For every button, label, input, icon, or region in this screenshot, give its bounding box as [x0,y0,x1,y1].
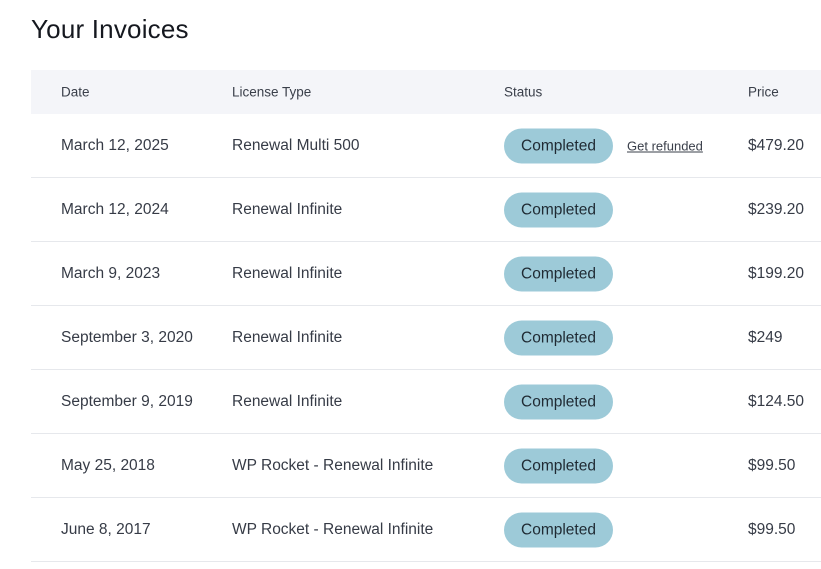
header-price: Price [748,84,779,100]
invoice-price: $479.20 [748,136,805,154]
license-type: Renewal Infinite [232,200,343,218]
table-header: Date License Type Status Price [31,70,821,114]
status-badge: Completed [504,192,613,227]
invoices-table: Date License Type Status Price March 12,… [31,70,821,562]
invoice-price: $239.20 [748,200,805,218]
invoice-price: $249 [748,328,783,346]
invoice-date: March 12, 2025 [61,136,169,154]
table-row: September 3, 2020 Renewal Infinite Compl… [31,306,821,370]
invoice-date: June 8, 2017 [61,520,151,538]
header-status: Status [504,84,543,100]
invoice-price: $99.50 [748,456,796,474]
status-badge: Completed [504,448,613,483]
status-badge: Completed [504,128,613,163]
status-badge: Completed [504,256,613,291]
status-badge: Completed [504,320,613,355]
license-type: Renewal Infinite [232,264,343,282]
status-badge: Completed [504,384,613,419]
page-title: Your Invoices [31,14,189,44]
invoice-price: $199.20 [748,264,805,282]
invoice-date: September 3, 2020 [61,328,193,346]
license-type: Renewal Infinite [232,392,343,410]
header-date: Date [61,84,90,100]
invoice-date: March 9, 2023 [61,264,161,282]
status-badge: Completed [504,512,613,547]
table-row: September 9, 2019 Renewal Infinite Compl… [31,370,821,434]
table-row: March 12, 2025 Renewal Multi 500 Complet… [31,114,821,178]
table-row: May 25, 2018 WP Rocket - Renewal Infinit… [31,434,821,498]
invoice-date: September 9, 2019 [61,392,193,410]
get-refunded-link[interactable]: Get refunded [627,138,703,153]
table-row: June 8, 2017 WP Rocket - Renewal Infinit… [31,498,821,562]
header-license-type: License Type [232,84,312,100]
license-type: Renewal Multi 500 [232,136,360,154]
invoice-price: $99.50 [748,520,796,538]
invoice-price: $124.50 [748,392,805,410]
invoice-date: March 12, 2024 [61,200,169,218]
license-type: Renewal Infinite [232,328,343,346]
table-row: March 12, 2024 Renewal Infinite Complete… [31,178,821,242]
license-type: WP Rocket - Renewal Infinite [232,520,434,538]
invoice-date: May 25, 2018 [61,456,155,474]
license-type: WP Rocket - Renewal Infinite [232,456,434,474]
table-row: March 9, 2023 Renewal Infinite Completed… [31,242,821,306]
